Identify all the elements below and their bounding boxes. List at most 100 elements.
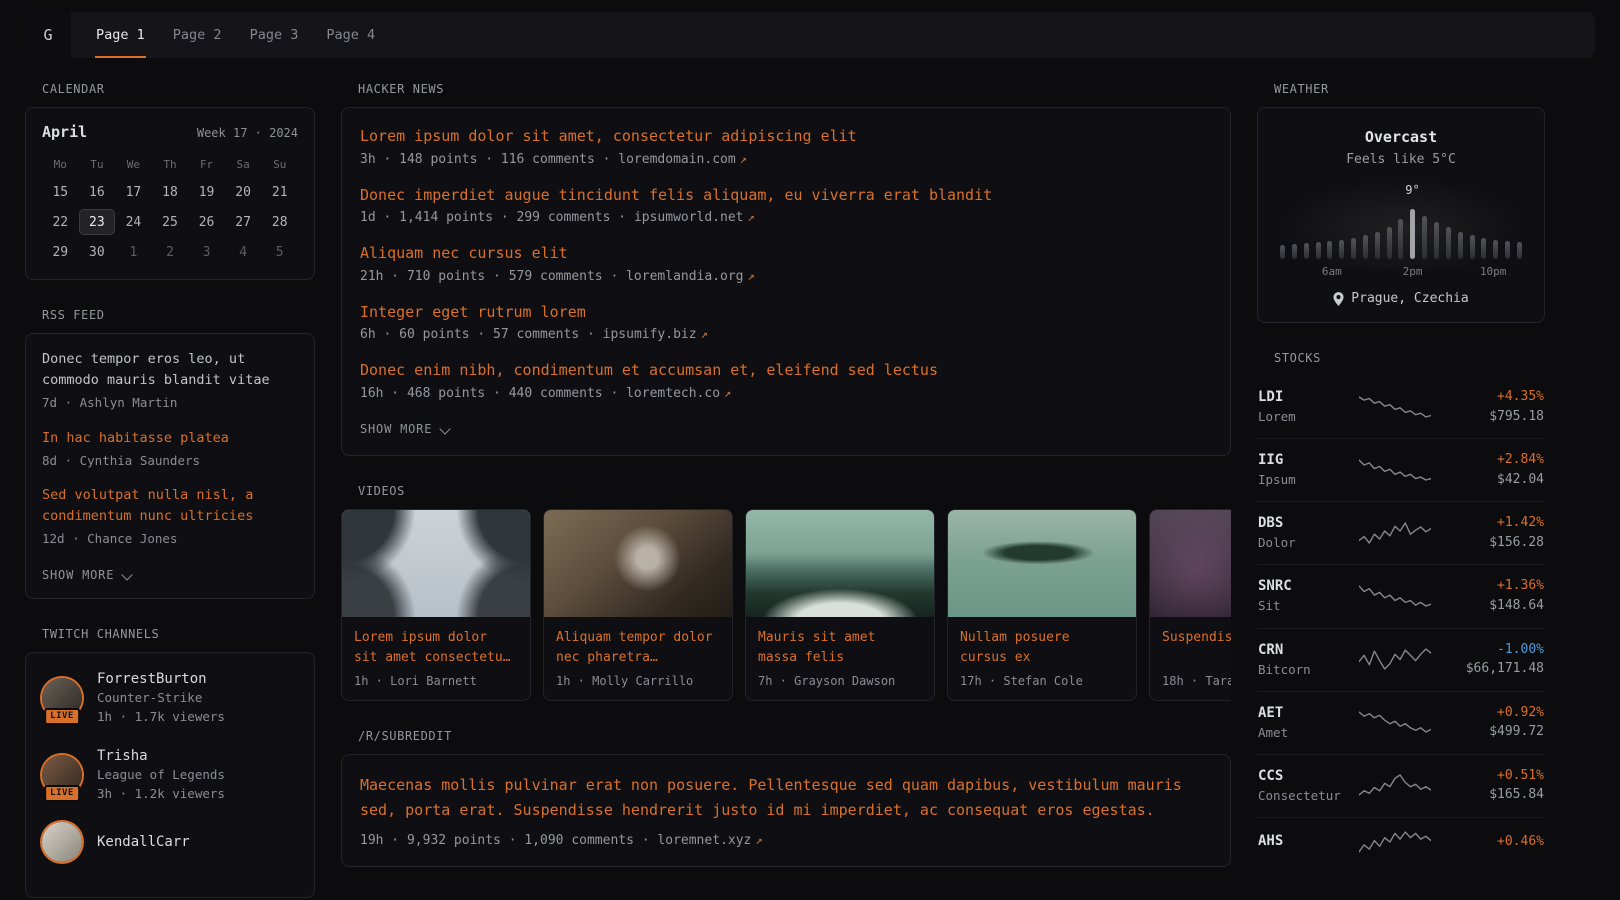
hn-item-domain-link[interactable]: ipsumify.biz↗ (603, 327, 708, 342)
hn-item-domain: loremtech.co (626, 386, 720, 401)
video-title[interactable]: Mauris sit amet massa felis (758, 628, 922, 668)
video-title[interactable]: Aliquam tempor dolor nec pharetra… (556, 628, 720, 668)
stock-row[interactable]: SNRC Sit +1.36% $148.64 (1257, 564, 1545, 627)
reddit-post-title[interactable]: Maecenas mollis pulvinar erat non posuer… (360, 773, 1212, 824)
weather-location-text: Prague, Czechia (1351, 291, 1468, 306)
video-card[interactable]: Suspendisse diam 18h · Tara (1149, 509, 1231, 701)
calendar-widget: April Week 17 · 2024 MoTuWeThFrSaSu15161… (25, 107, 315, 280)
stock-row[interactable]: DBS Dolor +1.42% $156.28 (1257, 501, 1545, 564)
video-card[interactable]: Nullam posuere cursus ex 17h · Stefan Co… (947, 509, 1137, 701)
twitch-channel[interactable]: KendallCarr (42, 822, 298, 862)
reddit-post-domain-link[interactable]: loremnet.xyz↗ (657, 833, 762, 848)
stock-row[interactable]: AHS +0.46% (1257, 817, 1545, 867)
calendar-day: 15 (42, 179, 79, 205)
video-title[interactable]: Nullam posuere cursus ex (960, 628, 1124, 668)
hn-item-domain-link[interactable]: loremlandia.org ↗ (626, 269, 755, 284)
stock-sparkline (1359, 457, 1431, 483)
video-card[interactable]: Aliquam tempor dolor nec pharetra… 1h · … (543, 509, 733, 701)
tab-page-2[interactable]: Page 2 (172, 12, 223, 58)
video-card[interactable]: Mauris sit amet massa felis 7h · Grayson… (745, 509, 935, 701)
calendar-day: 22 (42, 209, 79, 235)
hn-item-domain-link[interactable]: loremtech.co ↗ (626, 386, 731, 401)
stock-id: CCS Consectetur (1258, 766, 1350, 805)
video-thumbnail (948, 510, 1136, 617)
weather-location: Prague, Czechia (1276, 291, 1526, 306)
rss-item-title[interactable]: Sed volutpat nulla nisl, a condimentum n… (42, 485, 298, 527)
calendar-day: 20 (225, 179, 262, 205)
video-card[interactable]: Lorem ipsum dolor sit amet consectetu… 1… (341, 509, 531, 701)
hn-item-domain-link[interactable]: loremdomain.com↗ (618, 152, 747, 167)
twitch-channels-widget: LIVE ForrestBurton Counter-Strike 1h · 1… (25, 652, 315, 899)
rss-item-title[interactable]: Donec tempor eros leo, ut commodo mauris… (42, 349, 298, 391)
stock-values: +4.35% $795.18 (1489, 387, 1544, 426)
hn-item-meta: 1d · 1,414 points · 299 comments · ipsum… (360, 210, 1212, 225)
hacker-news-section: HACKER NEWS Lorem ipsum dolor sit amet, … (341, 82, 1231, 456)
rss-item: In hac habitasse platea 8d · Cynthia Sau… (42, 428, 298, 471)
hn-item: Donec imperdiet augue tincidunt felis al… (360, 184, 1212, 226)
stock-values: +2.84% $42.04 (1497, 450, 1544, 489)
page-tabs: Page 1 Page 2 Page 3 Page 4 (71, 12, 376, 58)
tab-page-4[interactable]: Page 4 (325, 12, 376, 58)
hn-item-title[interactable]: Aliquam nec cursus elit (360, 242, 1212, 265)
external-link-icon: ↗ (748, 269, 755, 283)
hn-item-title[interactable]: Donec imperdiet augue tincidunt felis al… (360, 184, 1212, 207)
reddit-post-meta: 19h · 9,932 points · 1,090 comments · lo… (360, 833, 1212, 848)
twitch-channel-meta: 3h · 1.2k viewers (97, 785, 225, 804)
rss-show-more-button[interactable]: SHOW MORE (42, 568, 131, 582)
hn-item-domain: loremlandia.org (626, 269, 743, 284)
hn-item-title[interactable]: Integer eget rutrum lorem (360, 301, 1212, 324)
stock-sparkline (1359, 709, 1431, 735)
weather-bar (1470, 235, 1475, 259)
hn-item: Aliquam nec cursus elit 21h · 710 points… (360, 242, 1212, 284)
stock-sparkline (1359, 583, 1431, 609)
stock-change: +0.46% (1497, 832, 1544, 852)
hn-item-domain-link[interactable]: ipsumworld.net↗ (634, 210, 755, 225)
video-meta: 17h · Stefan Cole (960, 674, 1124, 688)
stock-id: LDI Lorem (1258, 387, 1350, 426)
stock-values: +0.46% (1497, 832, 1544, 852)
stock-values: +1.36% $148.64 (1489, 576, 1544, 615)
hn-item: Integer eget rutrum lorem 6h · 60 points… (360, 301, 1212, 343)
calendar-section: CALENDAR April Week 17 · 2024 MoTuWeThFr… (25, 82, 315, 280)
stock-values: +0.51% $165.84 (1489, 766, 1544, 805)
stock-row[interactable]: CCS Consectetur +0.51% $165.84 (1257, 754, 1545, 817)
video-thumbnail (342, 510, 530, 617)
weather-bar (1339, 240, 1344, 259)
hn-item-meta: 3h · 148 points · 116 comments · loremdo… (360, 152, 1212, 167)
stock-row[interactable]: AET Amet +0.92% $499.72 (1257, 691, 1545, 754)
stock-sparkline (1359, 772, 1431, 798)
hn-item-title[interactable]: Lorem ipsum dolor sit amet, consectetur … (360, 125, 1212, 148)
twitch-channel[interactable]: LIVE ForrestBurton Counter-Strike 1h · 1… (42, 669, 298, 727)
rss-item-title[interactable]: In hac habitasse platea (42, 428, 298, 449)
stock-row[interactable]: IIG Ipsum +2.84% $42.04 (1257, 438, 1545, 501)
stock-name: Consectetur (1258, 787, 1350, 805)
stock-row[interactable]: CRN Bitcorn -1.00% $66,171.48 (1257, 628, 1545, 691)
hn-item-meta: 6h · 60 points · 57 comments · ipsumify.… (360, 327, 1212, 342)
video-title[interactable]: Suspendisse diam (1162, 628, 1231, 668)
stock-row[interactable]: LDI Lorem +4.35% $795.18 (1257, 376, 1545, 438)
video-card-body: Suspendisse diam 18h · Tara (1150, 617, 1231, 700)
twitch-channel[interactable]: LIVE Trisha League of Legends 3h · 1.2k … (42, 746, 298, 804)
weather-bar (1505, 241, 1510, 259)
calendar-weekday: Sa (225, 153, 262, 175)
video-title[interactable]: Lorem ipsum dolor sit amet consectetu… (354, 628, 518, 668)
external-link-icon: ↗ (724, 386, 731, 400)
rss-item-meta: 7d · Ashlyn Martin (42, 394, 298, 413)
calendar-weekday: Su (261, 153, 298, 175)
weather-condition: Overcast (1276, 128, 1526, 146)
avatar: LIVE (42, 755, 82, 795)
hn-item-stats: 16h · 468 points · 440 comments · (360, 386, 626, 401)
weather-bar (1446, 227, 1451, 259)
tab-page-3[interactable]: Page 3 (249, 12, 300, 58)
chevron-down-icon (122, 569, 133, 580)
twitch-channel-name: KendallCarr (97, 832, 190, 852)
external-link-icon: ↗ (755, 833, 762, 847)
hn-item-title[interactable]: Donec enim nibh, condimentum et accumsan… (360, 359, 1212, 382)
weather-bar (1292, 244, 1297, 259)
twitch-section-title: TWITCH CHANNELS (42, 627, 315, 641)
app-logo[interactable]: G (25, 12, 71, 58)
hn-show-more-button[interactable]: SHOW MORE (360, 422, 449, 436)
tab-page-1[interactable]: Page 1 (95, 12, 146, 58)
stock-symbol: LDI (1258, 387, 1350, 408)
hacker-news-section-title: HACKER NEWS (358, 82, 1231, 96)
